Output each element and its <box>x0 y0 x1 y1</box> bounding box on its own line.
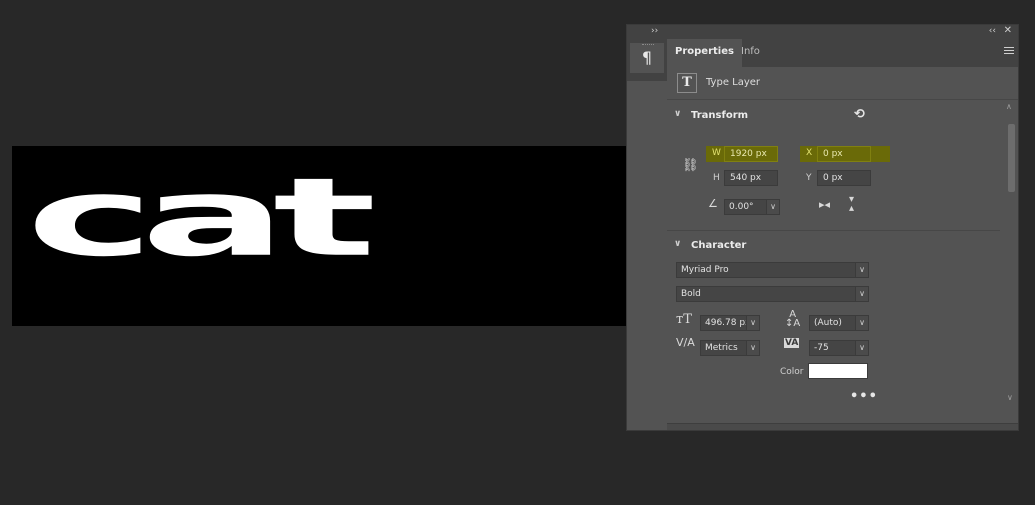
font-size-value: 496.78 px <box>705 318 751 328</box>
leading-icon: A ↕A <box>785 309 801 329</box>
tab-bar: Properties Info <box>667 39 1018 67</box>
side-dock: ¶ <box>627 39 667 81</box>
angle-dropdown[interactable]: 0.00° ∨ <box>724 199 780 215</box>
chevron-down-icon: ∨ <box>855 341 868 355</box>
grip-icon <box>642 44 654 47</box>
font-style-dropdown[interactable]: Bold ∨ <box>676 286 869 302</box>
reset-transform-icon[interactable]: ⟲ <box>854 107 865 122</box>
leading-value: (Auto) <box>814 318 842 328</box>
font-size-icon: ᴛT <box>676 312 692 327</box>
flip-horizontal-icon[interactable]: ▸◂ <box>819 198 830 211</box>
w-label: W <box>712 148 721 158</box>
section-divider <box>667 230 1000 231</box>
font-family-dropdown[interactable]: Myriad Pro ∨ <box>676 262 869 278</box>
y-input[interactable]: 0 px <box>817 170 871 186</box>
y-label: Y <box>806 173 812 183</box>
angle-value: 0.00° <box>729 202 754 212</box>
flip-vertical-icon[interactable]: ▾ ▴ <box>849 195 854 214</box>
chevron-down-icon[interactable]: ∨ <box>674 109 681 119</box>
tab-properties[interactable]: Properties <box>667 39 742 67</box>
x-label: X <box>806 148 813 158</box>
type-layer-label: Type Layer <box>706 77 761 88</box>
scroll-down-icon[interactable]: ∨ <box>1007 393 1013 402</box>
panel-topbar: ›› ‹‹ ✕ <box>627 25 1018 39</box>
link-icon[interactable]: ⛓ <box>682 158 699 173</box>
kerning-dropdown[interactable]: Metrics ∨ <box>700 340 760 356</box>
tracking-icon: VA <box>784 338 800 348</box>
close-icon[interactable]: ✕ <box>1004 25 1012 36</box>
kerning-icon: V/A <box>676 336 695 349</box>
type-layer-row: T Type Layer <box>667 67 1018 100</box>
more-options-icon[interactable]: ••• <box>850 389 878 404</box>
color-label: Color <box>780 367 804 377</box>
transform-section-header[interactable]: ∨ Transform ⟲ <box>667 105 998 127</box>
font-family-value: Myriad Pro <box>681 265 729 275</box>
transform-title: Transform <box>691 110 749 121</box>
width-input[interactable]: 1920 px <box>724 146 778 162</box>
chevron-down-icon: ∨ <box>855 316 868 330</box>
font-size-dropdown[interactable]: 496.78 px ∨ <box>700 315 760 331</box>
height-input[interactable]: 540 px <box>724 170 778 186</box>
panel-scrollbar[interactable]: ∧ ∨ <box>1006 102 1016 402</box>
chevron-down-icon: ∨ <box>746 316 759 330</box>
kerning-value: Metrics <box>705 343 738 353</box>
h-label: H <box>713 173 720 183</box>
character-section-header[interactable]: ∨ Character <box>667 235 998 257</box>
character-title: Character <box>691 240 747 251</box>
document-canvas[interactable]: cat <box>12 146 652 326</box>
type-layer-icon: T <box>677 73 697 93</box>
angle-icon: ∠ <box>708 197 718 210</box>
text-color-swatch[interactable] <box>808 363 868 379</box>
font-style-value: Bold <box>681 289 701 299</box>
panel-resize-grip[interactable] <box>667 423 1018 430</box>
properties-panel: ›› ‹‹ ✕ ¶ Properties Info T Type Layer ∨… <box>626 24 1019 431</box>
paragraph-icon: ¶ <box>641 48 653 67</box>
scroll-up-icon[interactable]: ∧ <box>1006 102 1012 111</box>
chevron-down-icon: ∨ <box>766 200 779 214</box>
tab-info[interactable]: Info <box>733 39 768 67</box>
x-input[interactable]: 0 px <box>817 146 871 162</box>
panel-main: Properties Info T Type Layer ∨ Transform… <box>667 39 1018 430</box>
canvas-text-layer[interactable]: cat <box>26 164 377 272</box>
panel-menu-icon[interactable] <box>1004 45 1014 55</box>
paragraph-panel-button[interactable]: ¶ <box>630 43 664 73</box>
expand-panels-icon[interactable]: ›› <box>651 26 658 36</box>
chevron-down-icon[interactable]: ∨ <box>674 239 681 249</box>
chevron-down-icon: ∨ <box>855 287 868 301</box>
collapse-panels-icon[interactable]: ‹‹ <box>989 26 996 36</box>
chevron-down-icon: ∨ <box>855 263 868 277</box>
scrollbar-thumb[interactable] <box>1008 124 1015 192</box>
leading-dropdown[interactable]: (Auto) ∨ <box>809 315 869 331</box>
tracking-dropdown[interactable]: -75 ∨ <box>809 340 869 356</box>
chevron-down-icon: ∨ <box>746 341 759 355</box>
tracking-value: -75 <box>814 343 829 353</box>
